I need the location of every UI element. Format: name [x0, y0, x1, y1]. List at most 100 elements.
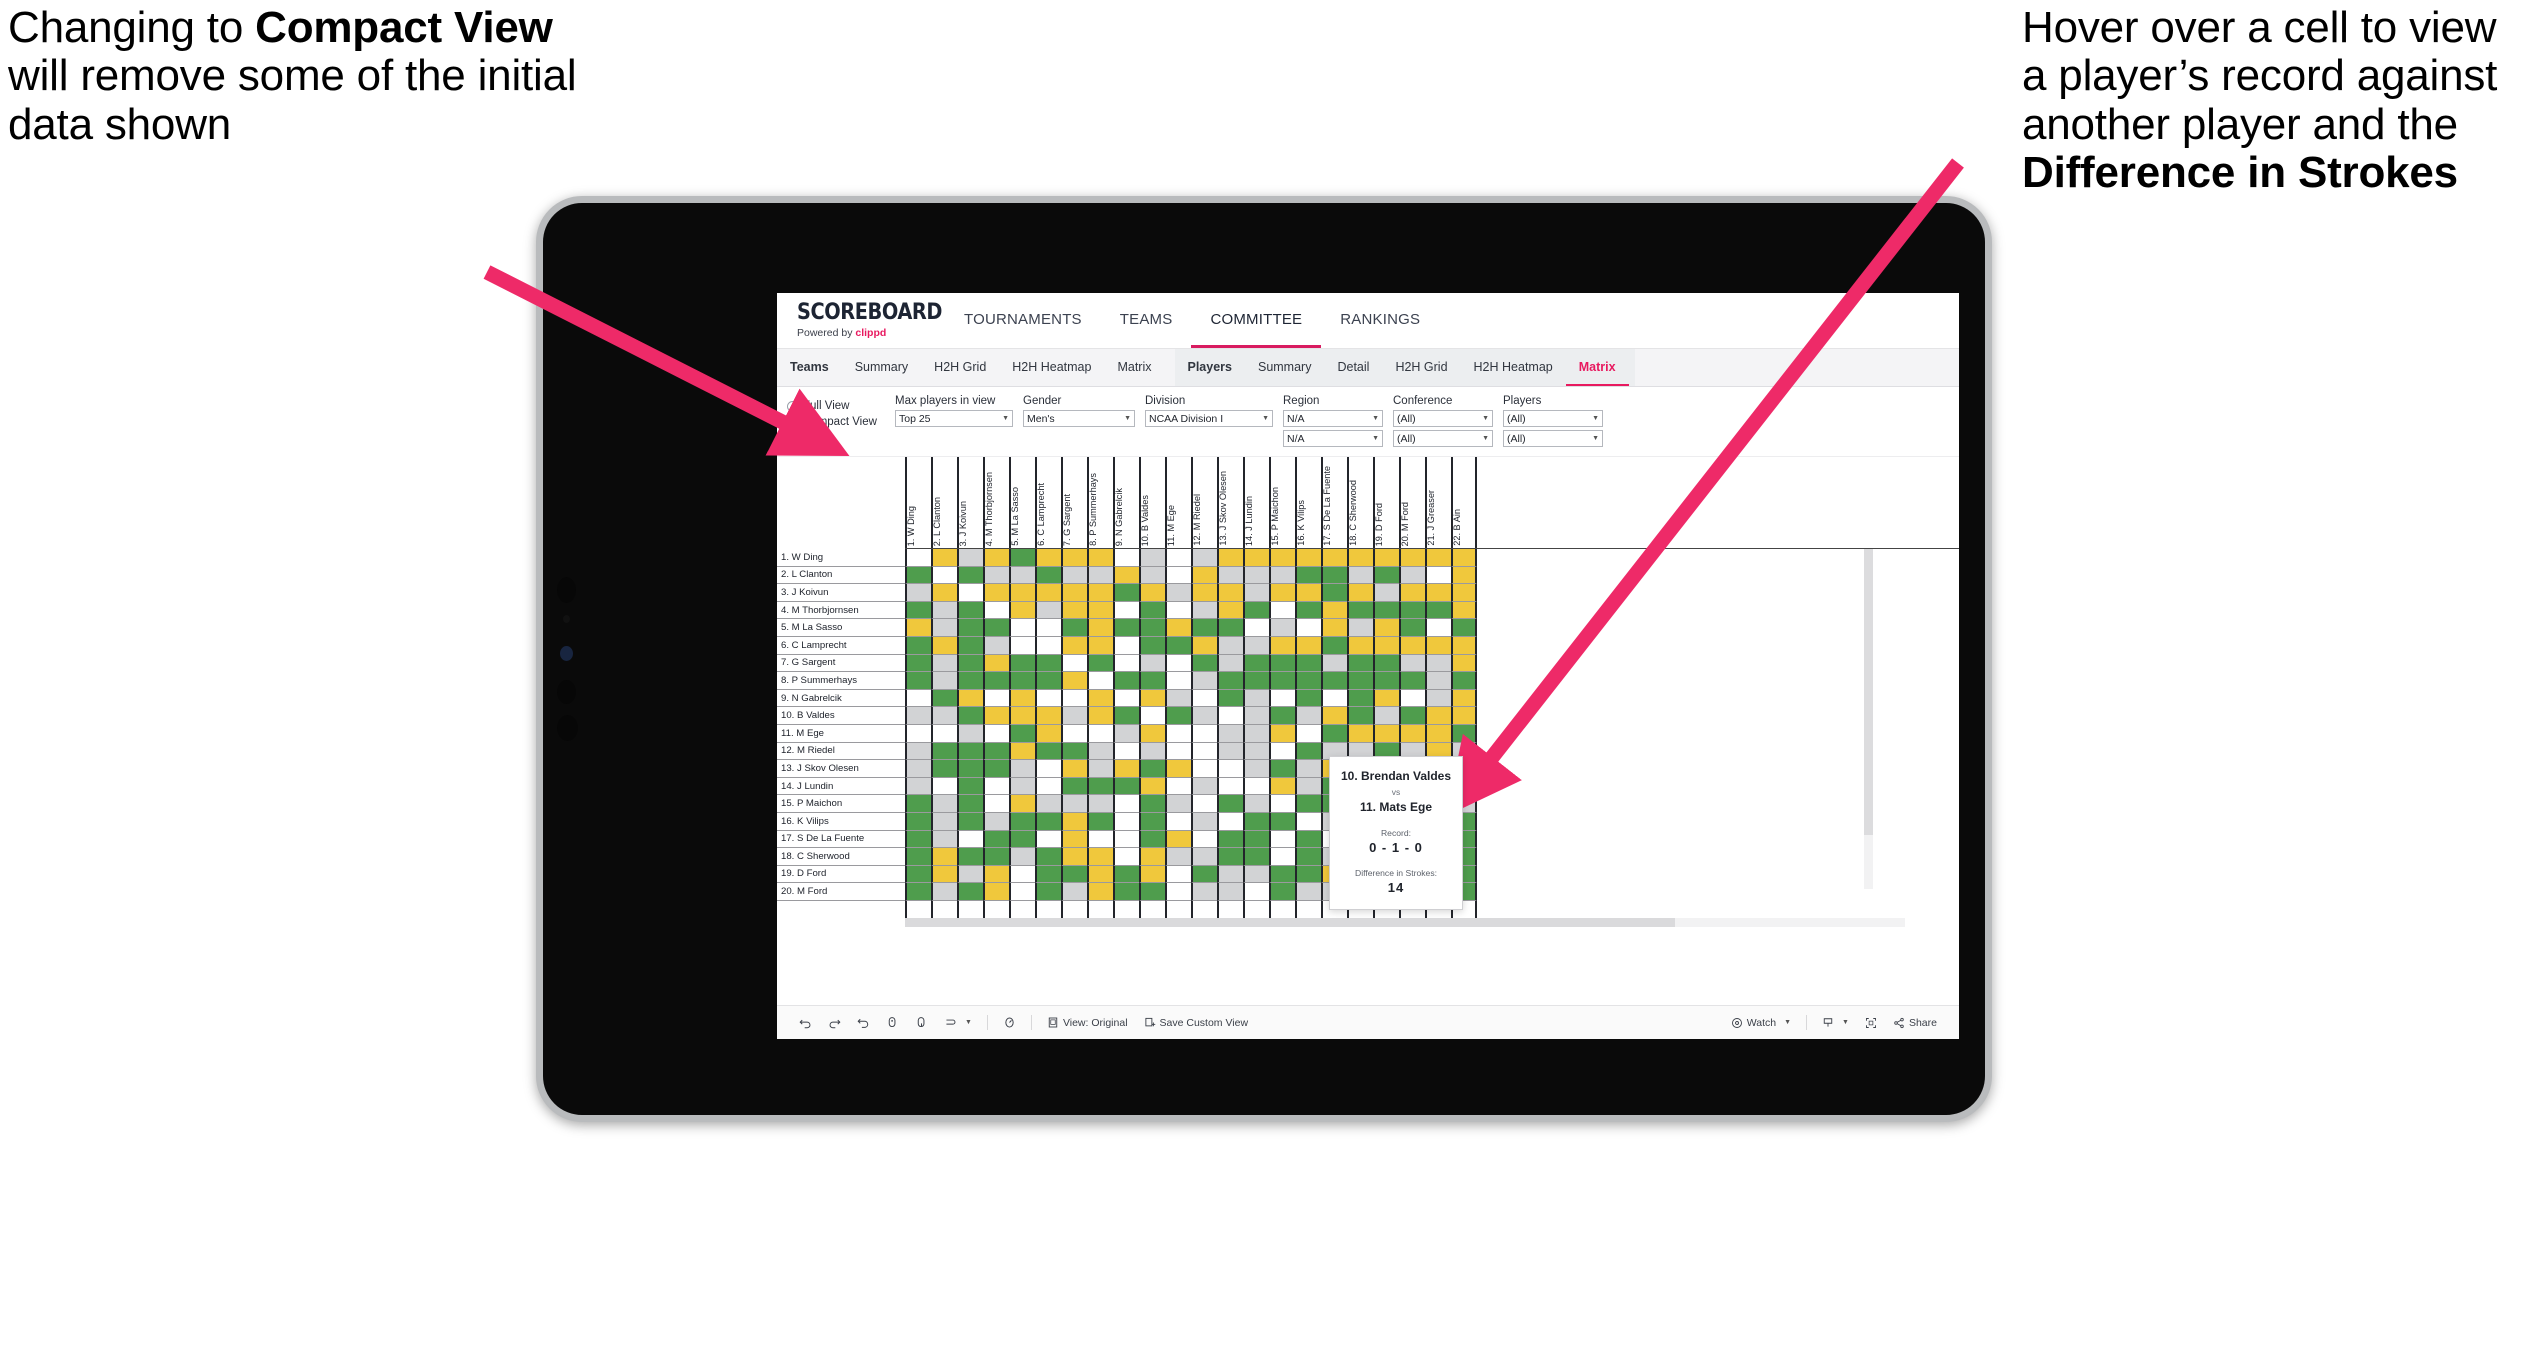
matrix-cell[interactable] — [1269, 777, 1295, 796]
filter-max-players-select[interactable]: Top 25 ▼ — [895, 410, 1013, 427]
matrix-cell[interactable] — [905, 566, 931, 585]
matrix-cell[interactable] — [1321, 654, 1347, 673]
matrix-cell[interactable] — [1399, 619, 1425, 637]
matrix-cell[interactable] — [1295, 760, 1321, 778]
matrix-cell[interactable] — [1061, 812, 1087, 831]
tab-teams-h2h-grid[interactable]: H2H Grid — [921, 349, 999, 386]
matrix-cell[interactable] — [1009, 566, 1035, 585]
matrix-cell[interactable] — [1087, 742, 1113, 761]
matrix-cell[interactable] — [931, 848, 957, 866]
matrix-cell[interactable] — [1295, 689, 1321, 708]
matrix-cell[interactable] — [1061, 777, 1087, 796]
matrix-col-header[interactable]: 13. J Skov Olesen — [1217, 457, 1243, 548]
tab-players-h2h-heatmap[interactable]: H2H Heatmap — [1461, 349, 1566, 386]
matrix-cell[interactable] — [1373, 654, 1399, 673]
nav-tournaments[interactable]: TOURNAMENTS — [945, 293, 1101, 348]
matrix-horizontal-scrollbar-thumb[interactable] — [905, 918, 1675, 927]
matrix-cell[interactable] — [1243, 848, 1269, 866]
matrix-cell[interactable] — [1217, 707, 1243, 725]
matrix-cell[interactable] — [957, 689, 983, 708]
matrix-cell[interactable] — [1139, 654, 1165, 673]
matrix-cell[interactable] — [1295, 549, 1321, 567]
tab-teams[interactable]: Teams — [777, 349, 842, 386]
matrix-cell[interactable] — [1087, 812, 1113, 831]
matrix-cell[interactable] — [1295, 601, 1321, 620]
matrix-cell[interactable] — [1165, 619, 1191, 637]
matrix-row-label[interactable]: 20. M Ford — [777, 883, 905, 901]
matrix-cell[interactable] — [1139, 636, 1165, 655]
matrix-cell[interactable] — [1009, 707, 1035, 725]
matrix-cell[interactable] — [1243, 707, 1269, 725]
matrix-row-label[interactable]: 8. P Summerhays — [777, 672, 905, 690]
matrix-cell[interactable] — [931, 566, 957, 585]
matrix-cell[interactable] — [1009, 636, 1035, 655]
matrix-cell[interactable] — [905, 865, 931, 884]
tab-players-matrix[interactable]: Matrix — [1565, 349, 1629, 386]
matrix-row-label[interactable]: 10. B Valdes — [777, 707, 905, 725]
matrix-cell[interactable] — [1451, 654, 1477, 673]
matrix-row-label[interactable]: 11. M Ege — [777, 724, 905, 743]
matrix-col-header[interactable]: 7. G Sargent — [1061, 457, 1087, 548]
matrix-cell[interactable] — [1009, 883, 1035, 901]
matrix-cell[interactable] — [1061, 636, 1087, 655]
matrix-cell[interactable] — [1425, 566, 1451, 585]
matrix-cell[interactable] — [1139, 707, 1165, 725]
matrix-cell[interactable] — [931, 619, 957, 637]
matrix-row-label[interactable]: 5. M La Sasso — [777, 619, 905, 637]
matrix-cell[interactable] — [983, 777, 1009, 796]
matrix-row-label[interactable]: 19. D Ford — [777, 865, 905, 884]
matrix-cell[interactable] — [905, 830, 931, 849]
matrix-cell[interactable] — [983, 742, 1009, 761]
matrix-cell[interactable] — [1425, 672, 1451, 690]
matrix-cell[interactable] — [1347, 724, 1373, 743]
matrix-cell[interactable] — [1009, 549, 1035, 567]
filter-players-select[interactable]: (All) ▼ — [1503, 410, 1603, 427]
matrix-cell[interactable] — [1087, 654, 1113, 673]
matrix-cell[interactable] — [1009, 742, 1035, 761]
matrix-cell[interactable] — [905, 812, 931, 831]
matrix-cell[interactable] — [1113, 848, 1139, 866]
matrix-cell[interactable] — [1061, 830, 1087, 849]
matrix-cell[interactable] — [1061, 549, 1087, 567]
matrix-cell[interactable] — [1191, 689, 1217, 708]
matrix-col-header[interactable]: 5. M La Sasso — [1009, 457, 1035, 548]
app-logo[interactable]: SCOREBOARD Powered by clippd — [777, 293, 945, 348]
matrix-cell[interactable] — [1009, 601, 1035, 620]
matrix-cell[interactable] — [1399, 672, 1425, 690]
matrix-cell[interactable] — [1217, 760, 1243, 778]
matrix-cell[interactable] — [1139, 830, 1165, 849]
matrix-cell[interactable] — [931, 672, 957, 690]
radio-full-view[interactable]: Full View — [787, 400, 895, 412]
matrix-cell[interactable] — [1191, 777, 1217, 796]
matrix-cell[interactable] — [1295, 865, 1321, 884]
matrix-cell[interactable] — [957, 636, 983, 655]
matrix-cell[interactable] — [1035, 777, 1061, 796]
matrix-col-header[interactable]: 3. J Koivun — [957, 457, 983, 548]
matrix-cell[interactable] — [1425, 549, 1451, 567]
matrix-cell[interactable] — [1139, 584, 1165, 602]
matrix-cell[interactable] — [1009, 672, 1035, 690]
matrix-cell[interactable] — [1113, 795, 1139, 813]
matrix-cell[interactable] — [1347, 549, 1373, 567]
matrix-cell[interactable] — [931, 707, 957, 725]
matrix-cell[interactable] — [957, 830, 983, 849]
matrix-cell[interactable] — [1165, 812, 1191, 831]
matrix-row-label[interactable]: 12. M Riedel — [777, 742, 905, 761]
matrix-cell[interactable] — [1035, 883, 1061, 901]
view-original-button[interactable]: View: Original — [1039, 1016, 1136, 1029]
matrix-cell[interactable] — [1191, 883, 1217, 901]
matrix-cell[interactable] — [931, 549, 957, 567]
matrix-cell[interactable] — [1243, 883, 1269, 901]
filter-conference-select-secondary[interactable]: (All) ▼ — [1393, 430, 1493, 447]
matrix-cell[interactable] — [1243, 654, 1269, 673]
matrix-cell[interactable] — [983, 830, 1009, 849]
share-button[interactable]: Share — [1885, 1017, 1945, 1029]
matrix-col-header[interactable]: 10. B Valdes — [1139, 457, 1165, 548]
matrix-cell[interactable] — [957, 707, 983, 725]
matrix-cell[interactable] — [1087, 795, 1113, 813]
matrix-cell[interactable] — [1009, 777, 1035, 796]
matrix-cell[interactable] — [1243, 689, 1269, 708]
matrix-cell[interactable] — [1165, 830, 1191, 849]
matrix-cell[interactable] — [1113, 760, 1139, 778]
tab-teams-matrix[interactable]: Matrix — [1104, 349, 1164, 386]
